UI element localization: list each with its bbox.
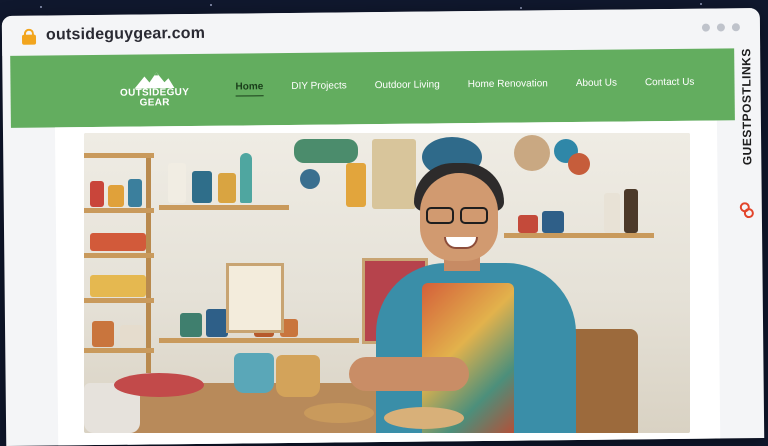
guestpostlinks-watermark: GUESTPOSTLINKS [735, 48, 759, 248]
lock-icon [21, 28, 37, 45]
hero-photo [84, 133, 690, 433]
nav-home[interactable]: Home [235, 81, 264, 97]
window-dot-icon[interactable] [701, 23, 710, 32]
guestpostlinks-logo-icon [739, 202, 754, 219]
nav-outdoor-living[interactable]: Outdoor Living [375, 79, 440, 95]
nav-about-us[interactable]: About Us [576, 78, 617, 93]
url-text[interactable]: outsideguygear.com [46, 25, 205, 45]
nav-diy-projects[interactable]: DIY Projects [291, 80, 347, 96]
nav-contact-us[interactable]: Contact Us [645, 77, 695, 93]
window-controls [701, 23, 740, 32]
watermark-text: GUESTPOSTLINKS [739, 48, 755, 166]
mountain-icon [134, 72, 175, 89]
site-logo[interactable]: OUTSIDEGUY GEAR [114, 70, 194, 109]
site-header: OUTSIDEGUY GEAR Home DIY Projects Outdoo… [10, 48, 735, 128]
nav-home-renovation[interactable]: Home Renovation [468, 78, 548, 94]
window-dot-icon[interactable] [716, 23, 725, 32]
window-dot-icon[interactable] [731, 23, 740, 32]
logo-text-line2: GEAR [139, 97, 170, 109]
main-nav: Home DIY Projects Outdoor Living Home Re… [235, 77, 694, 97]
